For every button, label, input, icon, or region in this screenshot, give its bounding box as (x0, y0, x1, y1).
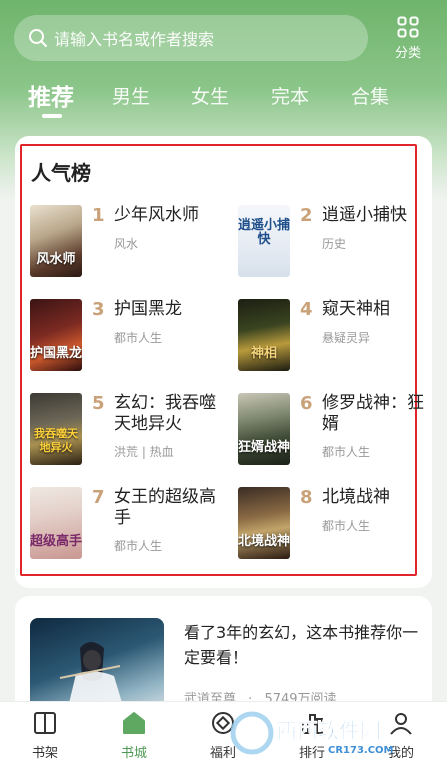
book-category: 都市人生 (114, 539, 163, 553)
ranking-book[interactable]: 超级高手 7 女王的超级高手 都市人生 (30, 487, 230, 567)
book-rank: 7 (92, 487, 105, 508)
book-category: 风水 (114, 237, 139, 251)
book-rank: 2 (300, 205, 313, 226)
book-category: 都市人生 (322, 519, 371, 533)
book-cover: 神相 (238, 299, 290, 371)
category-button[interactable]: 分类 (385, 14, 431, 64)
svg-text:CR173.COM: CR173.COM (328, 745, 394, 756)
category-label: 分类 (394, 46, 421, 61)
tab-recommend[interactable]: 推荐 (28, 78, 74, 112)
book-title: 窥天神相 (322, 299, 390, 319)
ranking-book[interactable]: 护国黑龙 3 护国黑龙 都市人生 (30, 299, 230, 379)
bookstore-icon (123, 712, 145, 734)
book-category: 历史 (322, 237, 347, 251)
ranking-book[interactable]: 我吞噬天地异火 5 玄幻：我吞噬天地异火 洪荒 | 热血 (30, 393, 230, 473)
book-rank: 5 (92, 393, 105, 414)
book-rank: 4 (300, 299, 313, 320)
nav-bookstore[interactable]: 书城 (99, 710, 169, 761)
book-rank: 6 (300, 393, 313, 414)
grid-icon (397, 16, 419, 38)
book-cover: 风水师 (30, 205, 82, 277)
bookshelf-icon (34, 712, 56, 734)
ranking-book[interactable]: 神相 4 窥天神相 悬疑灵异 (238, 299, 438, 379)
ranking-book[interactable]: 风水师 1 少年风水师 风水 (30, 205, 230, 285)
book-cover: 超级高手 (30, 487, 82, 559)
book-rank: 3 (92, 299, 105, 320)
book-cover: 逍遥小捕快 (238, 205, 290, 277)
book-rank: 8 (300, 487, 313, 508)
book-title: 少年风水师 (114, 205, 199, 225)
search-placeholder: 请输入书名或作者搜索 (54, 30, 215, 49)
recommendation-card[interactable]: 看了3年的玄幻，这本书推荐你一定要看！ 武道至尊 · 5749万阅读 (15, 596, 432, 716)
nav-bookshelf[interactable]: 书架 (10, 710, 80, 761)
tab-female[interactable]: 女生 (191, 82, 229, 109)
book-cover: 我吞噬天地异火 (30, 393, 82, 465)
watermark: 西西软件园 CR173.COM (228, 708, 438, 758)
book-rank: 1 (92, 205, 105, 226)
recommendation-text: 看了3年的玄幻，这本书推荐你一定要看！ (184, 623, 419, 667)
active-tab-indicator (42, 114, 62, 118)
ranking-book[interactable]: 狂婿战神 6 修罗战神：狂婿 都市人生 (238, 393, 438, 473)
book-category: 都市人生 (114, 331, 163, 345)
ranking-book[interactable]: 北境战神 8 北境战神 都市人生 (238, 487, 438, 567)
book-title: 玄幻：我吞噬天地异火 (114, 393, 216, 434)
ranking-title: 人气榜 (31, 161, 91, 185)
tab-male[interactable]: 男生 (112, 82, 150, 109)
book-category: 洪荒 | 热血 (114, 445, 174, 459)
tab-completed[interactable]: 完本 (271, 82, 309, 109)
tab-collection[interactable]: 合集 (351, 82, 389, 109)
book-category: 悬疑灵异 (322, 331, 371, 345)
watermark-logo: 西西软件园 CR173.COM (230, 711, 394, 756)
book-title: 女王的超级高手 (114, 487, 216, 528)
book-cover: 北境战神 (238, 487, 290, 559)
book-cover: 护国黑龙 (30, 299, 82, 371)
book-title: 修罗战神：狂婿 (322, 393, 424, 434)
book-category: 都市人生 (322, 445, 371, 459)
channel-tabs: 推荐 男生 女生 完本 合集 (0, 76, 447, 126)
book-cover: 狂婿战神 (238, 393, 290, 465)
search-icon (29, 29, 47, 47)
search-bar[interactable]: 请输入书名或作者搜索 (14, 15, 368, 61)
book-title: 逍遥小捕快 (322, 205, 407, 225)
svg-text:西西软件园: 西西软件园 (276, 719, 381, 743)
ranking-book[interactable]: 逍遥小捕快 2 逍遥小捕快 历史 (238, 205, 438, 285)
book-title: 护国黑龙 (114, 299, 182, 319)
book-title: 北境战神 (322, 487, 390, 507)
